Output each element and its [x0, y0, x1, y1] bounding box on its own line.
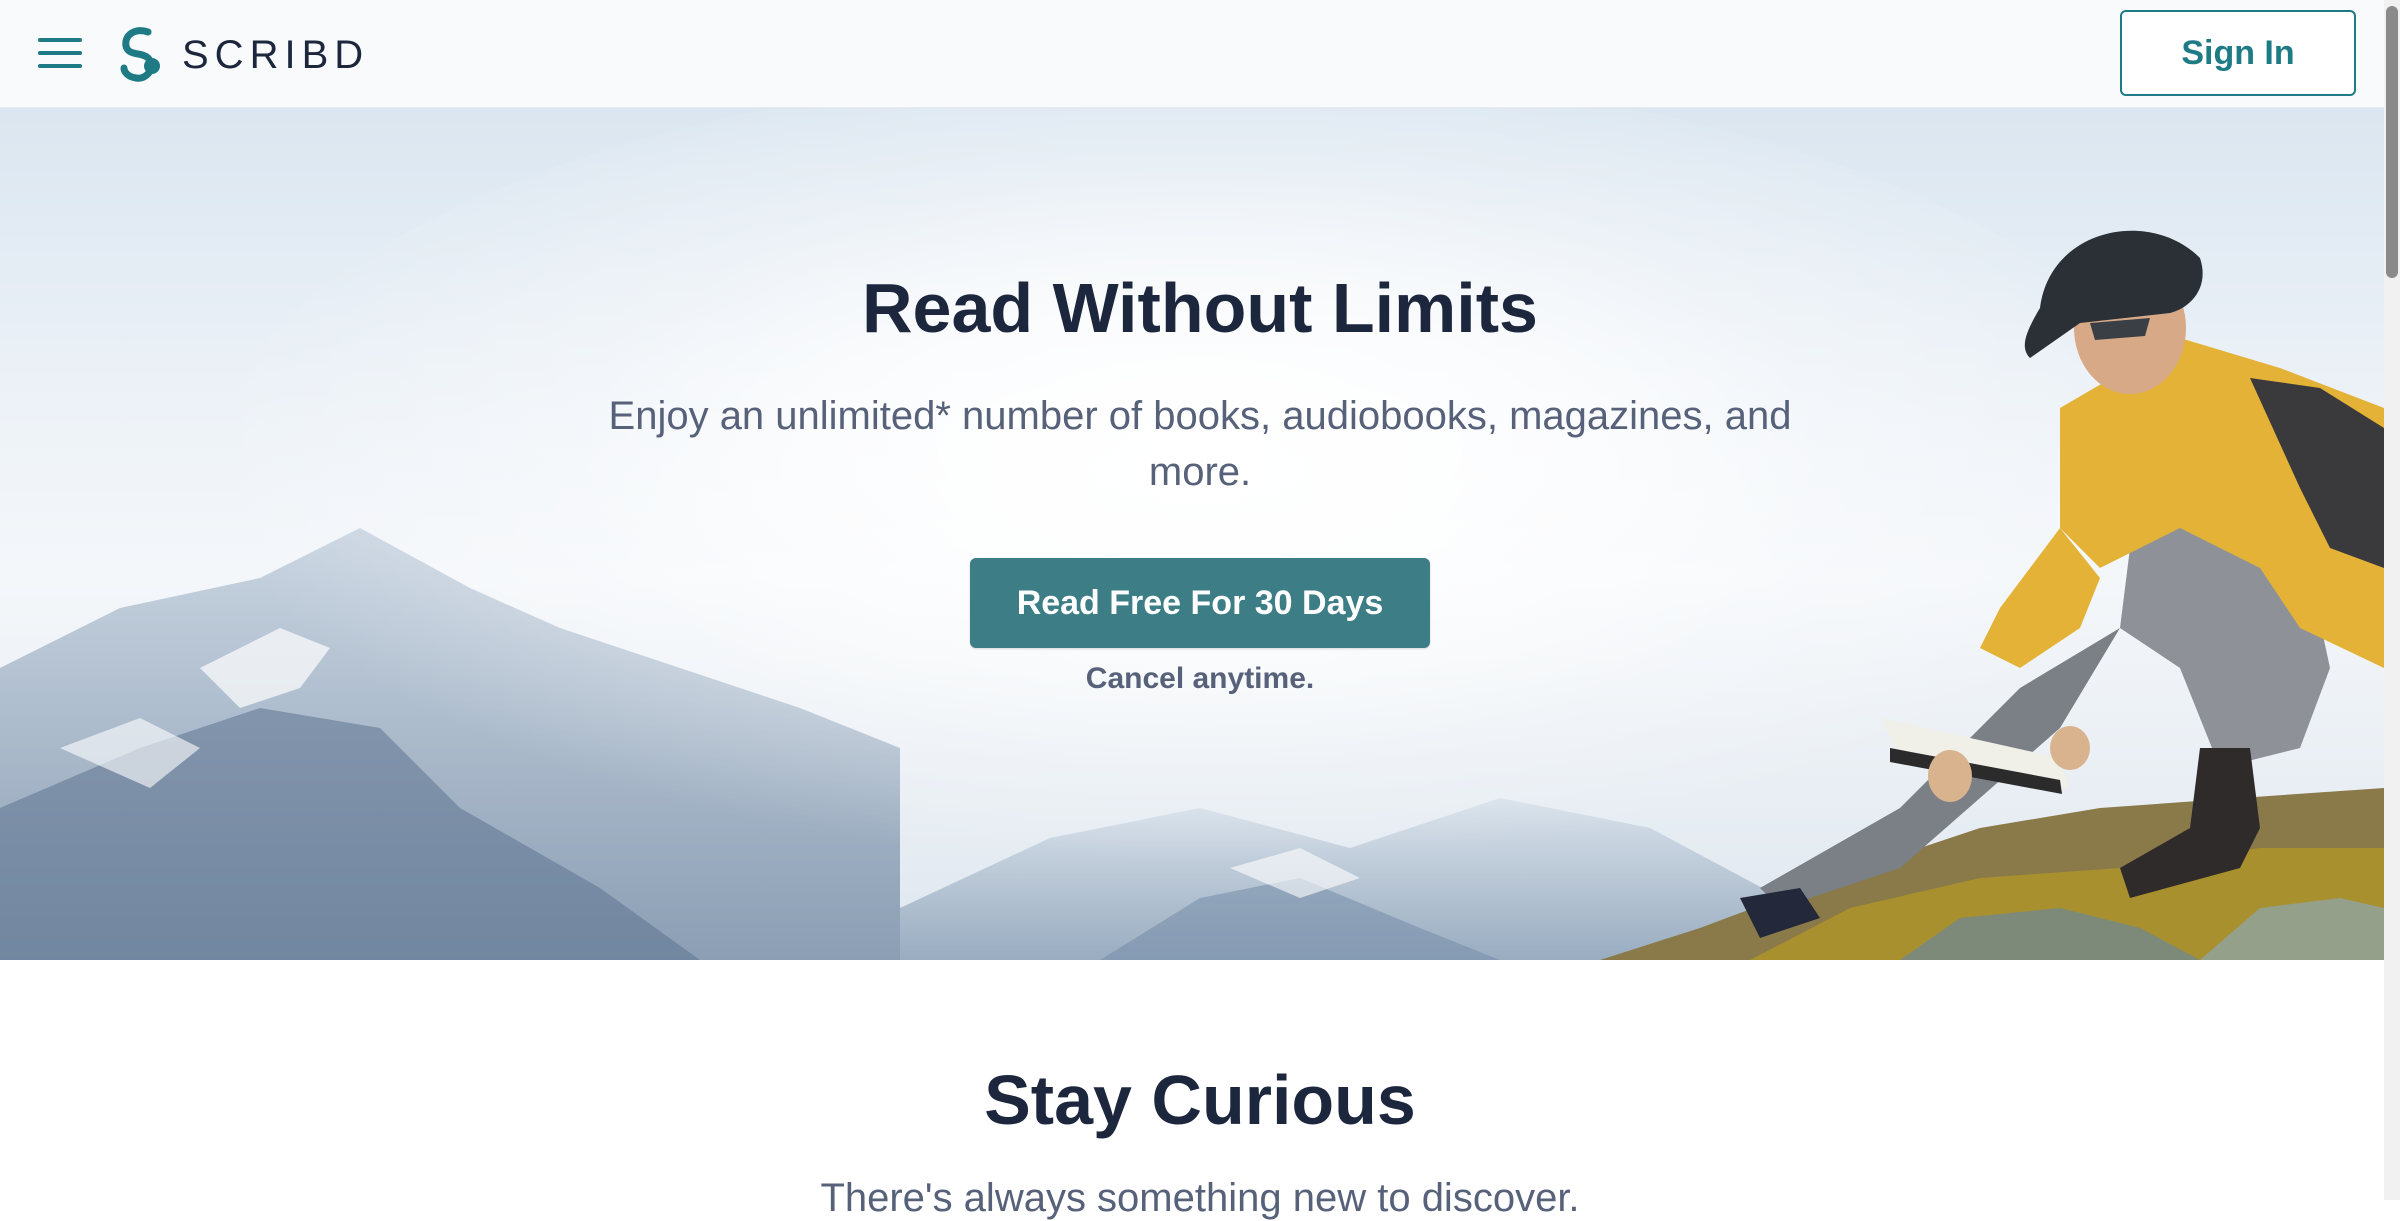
brand-name: SCRIBD — [182, 32, 370, 77]
top-navigation: SCRIBD Sign In — [0, 0, 2400, 108]
sign-in-button[interactable]: Sign In — [2120, 10, 2356, 96]
section-subtitle: There's always something new to discover… — [820, 1176, 1580, 1220]
hero-title: Read Without Limits — [861, 269, 1538, 347]
hero-section: Read Without Limits Enjoy an unlimited* … — [0, 108, 2384, 960]
scrollbar-thumb[interactable] — [2386, 6, 2398, 278]
page-scrollbar[interactable] — [2384, 0, 2400, 1200]
hero-subtitle: Enjoy an unlimited* number of books, aud… — [608, 394, 1792, 494]
read-free-button[interactable]: Read Free For 30 Days — [970, 558, 1430, 648]
brand-logo[interactable]: SCRIBD — [118, 26, 369, 84]
cancel-anytime-note: Cancel anytime. — [1085, 662, 1315, 695]
hero-content: Read Without Limits Enjoy an unlimited* … — [0, 108, 2384, 960]
hamburger-icon[interactable] — [38, 38, 82, 70]
scribd-logo-icon — [120, 27, 160, 82]
section-title: Stay Curious — [984, 1061, 1416, 1139]
